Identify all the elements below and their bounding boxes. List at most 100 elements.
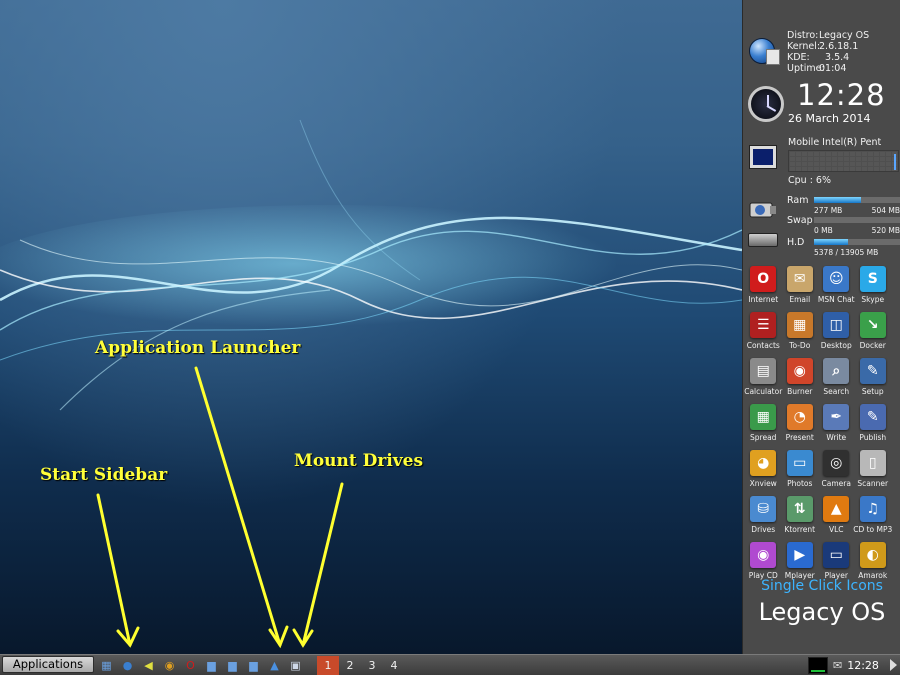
kernel-key: Kernel: [787, 41, 821, 52]
app-msn-chat[interactable]: ☺ MSN Chat [818, 266, 855, 304]
pager-desktop-1[interactable]: 1 [317, 656, 339, 675]
app-burner[interactable]: ◉ Burner [782, 358, 819, 396]
kernel-value: 2.6.18.1 [819, 41, 859, 52]
app-label: Email [789, 295, 811, 304]
app-label: Calculator [744, 387, 783, 396]
amarok-icon: ◐ [859, 542, 886, 568]
pager-desktop-2[interactable]: 2 [339, 656, 361, 675]
todo-icon: ▦ [786, 312, 813, 338]
app-camera[interactable]: ◎ Camera [818, 450, 855, 488]
app-calculator[interactable]: ▤ Calculator [744, 358, 783, 396]
taskbar-clock[interactable]: 12:28 [847, 659, 879, 672]
distro-key: Distro: [787, 30, 819, 41]
pager-desktop-3[interactable]: 3 [361, 656, 383, 675]
player-icon: ▭ [823, 542, 850, 568]
app-player[interactable]: ▭ Player [818, 542, 855, 580]
home-folder-icon[interactable]: ▆ [245, 657, 262, 673]
app-vlc[interactable]: ▲ VLC [818, 496, 855, 534]
app-desktop[interactable]: ◫ Desktop [818, 312, 855, 350]
mount-drives-arrow [301, 482, 344, 647]
app-email[interactable]: ✉ Email [782, 266, 819, 304]
app-scanner[interactable]: ▯ Scanner [855, 450, 892, 488]
app-contacts[interactable]: ☰ Contacts [745, 312, 782, 350]
app-label: Setup [861, 387, 884, 396]
app-label: MSN Chat [817, 295, 855, 304]
app-play-cd[interactable]: ◉ Play CD [745, 542, 782, 580]
network-icon[interactable]: ▆ [224, 657, 241, 673]
applications-menu-button[interactable]: Applications [2, 656, 94, 673]
email-icon: ✉ [786, 266, 813, 292]
cpu-load: Cpu : 6% [788, 175, 831, 186]
app-write[interactable]: ✒ Write [818, 404, 855, 442]
xnview-icon: ◕ [750, 450, 777, 476]
taskbar: Applications ▦ ● ◀ ◉ O ▆ ▆ ▆ ▲ ▣ 1234 ✉ 12:28 [0, 654, 900, 675]
opera-icon[interactable]: O [182, 657, 199, 673]
desktop-icon: ◫ [823, 312, 850, 338]
app-photos[interactable]: ▭ Photos [782, 450, 819, 488]
app-search[interactable]: ⌕ Search [818, 358, 855, 396]
skype-icon: S [859, 266, 886, 292]
app-launcher-arrow [194, 366, 282, 647]
hd-used: 5378 / 13905 MB [814, 248, 879, 257]
app-setup[interactable]: ✎ Setup [855, 358, 892, 396]
app-skype[interactable]: S Skype [855, 266, 892, 304]
app-label: Xnview [749, 479, 777, 488]
panel-expand-arrow-icon[interactable] [890, 659, 897, 671]
ram-used: 277 MB [814, 206, 843, 215]
app-publish[interactable]: ✎ Publish [855, 404, 892, 442]
system-info-widget: Distro:Legacy OS Kernel:2.6.18.1 KDE: 3.… [747, 30, 897, 76]
application-launcher-icon[interactable]: ▲ [266, 657, 283, 673]
kde-icon[interactable]: ◉ [161, 657, 178, 673]
clock-time: 12:28 [797, 78, 886, 112]
mail-icon[interactable]: ✉ [833, 659, 842, 672]
app-label: Publish [859, 433, 887, 442]
app-label: Internet [748, 295, 779, 304]
kde-value: 3.5.4 [825, 52, 850, 63]
app-label: Skype [861, 295, 885, 304]
calculator-icon: ▤ [750, 358, 777, 384]
app-label: Desktop [820, 341, 852, 350]
mount-drives-icon[interactable]: ▣ [287, 657, 304, 673]
volume-icon[interactable]: ◀ [140, 657, 157, 673]
app-present[interactable]: ◔ Present [782, 404, 819, 442]
system-tray: ✉ 12:28 [808, 656, 879, 675]
app-amarok[interactable]: ◐ Amarok [855, 542, 892, 580]
app-label: Camera [821, 479, 851, 488]
app-mplayer[interactable]: ▶ Mplayer [782, 542, 819, 580]
globe-computer-icon [749, 38, 780, 65]
scanner-icon: ▯ [859, 450, 886, 476]
hd-meter: H.D 5378 / 13905 MB [787, 237, 900, 257]
monitor-icon [749, 145, 777, 169]
hd-label: H.D [787, 237, 805, 248]
ktorrent-icon: ⇅ [786, 496, 813, 522]
sidebar-panel: Distro:Legacy OS Kernel:2.6.18.1 KDE: 3.… [742, 0, 900, 654]
cpu-graph [788, 150, 899, 172]
app-xnview[interactable]: ◕ Xnview [745, 450, 782, 488]
desktop-wallpaper[interactable]: Application Launcher Start Sidebar Mount… [0, 0, 742, 654]
presentation-icon: ◔ [786, 404, 813, 430]
app-label: Drives [751, 525, 776, 534]
app-label: VLC [828, 525, 844, 534]
app-ktorrent[interactable]: ⇅ Ktorrent [782, 496, 819, 534]
ram-label: Ram [787, 195, 809, 206]
pager-desktop-4[interactable]: 4 [383, 656, 405, 675]
ram-total: 504 MB [871, 206, 900, 215]
folder-icon[interactable]: ▆ [203, 657, 220, 673]
app-cd-to-mp3[interactable]: ♫ CD to MP3 [853, 496, 892, 534]
app-drives[interactable]: ⛁ Drives [745, 496, 782, 534]
app-spread[interactable]: ▦ Spread [745, 404, 782, 442]
start-sidebar-icon[interactable]: ▦ [98, 657, 115, 673]
app-to-do[interactable]: ▦ To-Do [782, 312, 819, 350]
application-launcher-globe-icon[interactable]: ● [119, 657, 136, 673]
spreadsheet-icon: ▦ [750, 404, 777, 430]
publish-icon: ✎ [859, 404, 886, 430]
app-docker[interactable]: ↘ Docker [855, 312, 892, 350]
app-label: Scanner [857, 479, 889, 488]
ram-meter: Ram 277 MB 504 MB [787, 195, 900, 215]
single-click-tagline: Single Click Icons [761, 578, 883, 594]
write-icon: ✒ [823, 404, 850, 430]
app-internet[interactable]: O Internet [745, 266, 782, 304]
desktop-pager: 1234 [317, 656, 405, 675]
mini-cpu-graph [808, 657, 828, 674]
hard-drive-icon [748, 233, 778, 247]
